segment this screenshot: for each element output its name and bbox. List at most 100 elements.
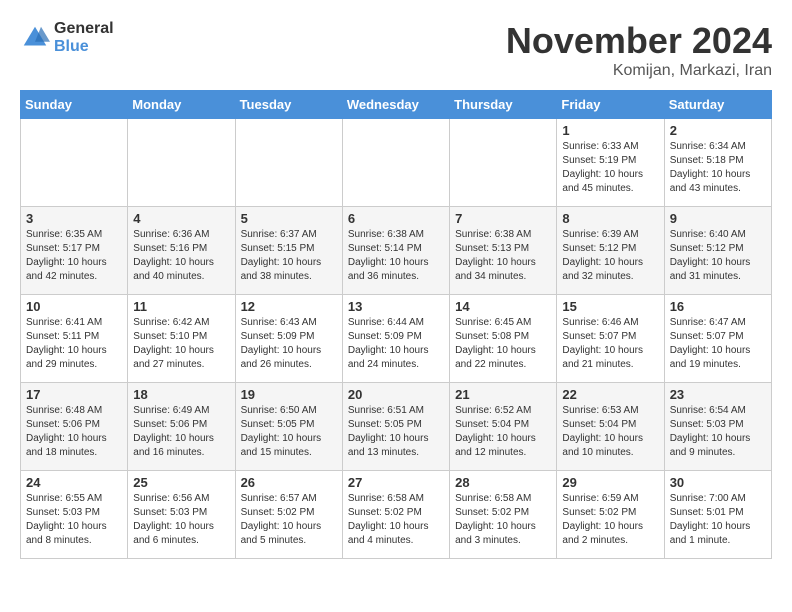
day-info: Sunrise: 6:48 AM Sunset: 5:06 PM Dayligh… — [26, 404, 122, 460]
day-number: 24 — [26, 475, 122, 490]
day-info: Sunrise: 7:00 AM Sunset: 5:01 PM Dayligh… — [670, 492, 766, 548]
table-row: 15 Sunrise: 6:46 AM Sunset: 5:07 PM Dayli… — [557, 295, 664, 383]
calendar-week-5: 24 Sunrise: 6:55 AM Sunset: 5:03 PM Dayli… — [21, 471, 772, 559]
day-info: Sunrise: 6:40 AM Sunset: 5:12 PM Dayligh… — [670, 228, 766, 284]
table-row: 17 Sunrise: 6:48 AM Sunset: 5:06 PM Dayli… — [21, 383, 128, 471]
day-info: Sunrise: 6:38 AM Sunset: 5:14 PM Dayligh… — [348, 228, 444, 284]
table-row — [450, 119, 557, 207]
day-number: 7 — [455, 211, 551, 226]
logo-text: General Blue — [54, 20, 114, 55]
table-row: 11 Sunrise: 6:42 AM Sunset: 5:10 PM Dayli… — [128, 295, 235, 383]
day-info: Sunrise: 6:55 AM Sunset: 5:03 PM Dayligh… — [26, 492, 122, 548]
logo: General Blue — [20, 20, 114, 55]
table-row — [342, 119, 449, 207]
day-number: 1 — [562, 123, 658, 138]
calendar-table: Sunday Monday Tuesday Wednesday Thursday… — [20, 90, 772, 559]
table-row: 4Sunrise: 6:36 AM Sunset: 5:16 PM Daylig… — [128, 207, 235, 295]
table-row: 9 Sunrise: 6:40 AM Sunset: 5:12 PM Daylig… — [664, 207, 771, 295]
table-row: 2 Sunrise: 6:34 AM Sunset: 5:18 PM Daylig… — [664, 119, 771, 207]
title-block: November 2024 Komijan, Markazi, Iran — [506, 20, 772, 80]
day-info: Sunrise: 6:49 AM Sunset: 5:06 PM Dayligh… — [133, 404, 229, 460]
day-info: Sunrise: 6:45 AM Sunset: 5:08 PM Dayligh… — [455, 316, 551, 372]
table-row: 18 Sunrise: 6:49 AM Sunset: 5:06 PM Dayli… — [128, 383, 235, 471]
table-row: 21 Sunrise: 6:52 AM Sunset: 5:04 PM Dayli… — [450, 383, 557, 471]
day-number: 3 — [26, 211, 122, 226]
day-number: 2 — [670, 123, 766, 138]
calendar-week-2: 3Sunrise: 6:35 AM Sunset: 5:17 PM Daylig… — [21, 207, 772, 295]
col-tuesday: Tuesday — [235, 91, 342, 119]
day-number: 22 — [562, 387, 658, 402]
day-number: 10 — [26, 299, 122, 314]
col-monday: Monday — [128, 91, 235, 119]
table-row: 20 Sunrise: 6:51 AM Sunset: 5:05 PM Dayli… — [342, 383, 449, 471]
day-number: 27 — [348, 475, 444, 490]
table-row: 1 Sunrise: 6:33 AM Sunset: 5:19 PM Daylig… — [557, 119, 664, 207]
day-number: 5 — [241, 211, 337, 226]
day-number: 19 — [241, 387, 337, 402]
day-number: 21 — [455, 387, 551, 402]
day-info: Sunrise: 6:58 AM Sunset: 5:02 PM Dayligh… — [455, 492, 551, 548]
day-info: Sunrise: 6:59 AM Sunset: 5:02 PM Dayligh… — [562, 492, 658, 548]
table-row: 16 Sunrise: 6:47 AM Sunset: 5:07 PM Dayli… — [664, 295, 771, 383]
calendar-header-row: Sunday Monday Tuesday Wednesday Thursday… — [21, 91, 772, 119]
table-row: 5 Sunrise: 6:37 AM Sunset: 5:15 PM Daylig… — [235, 207, 342, 295]
day-number: 16 — [670, 299, 766, 314]
day-info: Sunrise: 6:41 AM Sunset: 5:11 PM Dayligh… — [26, 316, 122, 372]
day-number: 12 — [241, 299, 337, 314]
table-row: 29Sunrise: 6:59 AM Sunset: 5:02 PM Dayli… — [557, 471, 664, 559]
col-thursday: Thursday — [450, 91, 557, 119]
table-row: 24 Sunrise: 6:55 AM Sunset: 5:03 PM Dayli… — [21, 471, 128, 559]
page-header: General Blue November 2024 Komijan, Mark… — [20, 20, 772, 80]
table-row: 22Sunrise: 6:53 AM Sunset: 5:04 PM Dayli… — [557, 383, 664, 471]
day-number: 15 — [562, 299, 658, 314]
day-number: 13 — [348, 299, 444, 314]
table-row: 12 Sunrise: 6:43 AM Sunset: 5:09 PM Dayli… — [235, 295, 342, 383]
location-subtitle: Komijan, Markazi, Iran — [506, 62, 772, 80]
table-row: 13 Sunrise: 6:44 AM Sunset: 5:09 PM Dayli… — [342, 295, 449, 383]
col-saturday: Saturday — [664, 91, 771, 119]
day-number: 9 — [670, 211, 766, 226]
day-info: Sunrise: 6:47 AM Sunset: 5:07 PM Dayligh… — [670, 316, 766, 372]
table-row: 25Sunrise: 6:56 AM Sunset: 5:03 PM Dayli… — [128, 471, 235, 559]
table-row: 27Sunrise: 6:58 AM Sunset: 5:02 PM Dayli… — [342, 471, 449, 559]
calendar-week-3: 10 Sunrise: 6:41 AM Sunset: 5:11 PM Dayli… — [21, 295, 772, 383]
table-row: 3Sunrise: 6:35 AM Sunset: 5:17 PM Daylig… — [21, 207, 128, 295]
day-number: 11 — [133, 299, 229, 314]
day-number: 18 — [133, 387, 229, 402]
logo-icon — [20, 23, 50, 53]
calendar-week-4: 17 Sunrise: 6:48 AM Sunset: 5:06 PM Dayli… — [21, 383, 772, 471]
table-row: 26 Sunrise: 6:57 AM Sunset: 5:02 PM Dayli… — [235, 471, 342, 559]
day-number: 4 — [133, 211, 229, 226]
day-number: 17 — [26, 387, 122, 402]
day-number: 26 — [241, 475, 337, 490]
logo-blue-label: Blue — [54, 38, 114, 56]
day-info: Sunrise: 6:44 AM Sunset: 5:09 PM Dayligh… — [348, 316, 444, 372]
day-info: Sunrise: 6:42 AM Sunset: 5:10 PM Dayligh… — [133, 316, 229, 372]
month-title: November 2024 — [506, 20, 772, 62]
day-info: Sunrise: 6:50 AM Sunset: 5:05 PM Dayligh… — [241, 404, 337, 460]
day-info: Sunrise: 6:54 AM Sunset: 5:03 PM Dayligh… — [670, 404, 766, 460]
day-info: Sunrise: 6:37 AM Sunset: 5:15 PM Dayligh… — [241, 228, 337, 284]
day-info: Sunrise: 6:43 AM Sunset: 5:09 PM Dayligh… — [241, 316, 337, 372]
col-friday: Friday — [557, 91, 664, 119]
day-number: 30 — [670, 475, 766, 490]
table-row: 19 Sunrise: 6:50 AM Sunset: 5:05 PM Dayli… — [235, 383, 342, 471]
day-info: Sunrise: 6:34 AM Sunset: 5:18 PM Dayligh… — [670, 140, 766, 196]
day-info: Sunrise: 6:39 AM Sunset: 5:12 PM Dayligh… — [562, 228, 658, 284]
day-number: 20 — [348, 387, 444, 402]
day-number: 23 — [670, 387, 766, 402]
day-info: Sunrise: 6:51 AM Sunset: 5:05 PM Dayligh… — [348, 404, 444, 460]
logo-general-label: General — [54, 20, 114, 38]
table-row: 14Sunrise: 6:45 AM Sunset: 5:08 PM Dayli… — [450, 295, 557, 383]
table-row — [128, 119, 235, 207]
day-info: Sunrise: 6:46 AM Sunset: 5:07 PM Dayligh… — [562, 316, 658, 372]
table-row: 28Sunrise: 6:58 AM Sunset: 5:02 PM Dayli… — [450, 471, 557, 559]
day-info: Sunrise: 6:57 AM Sunset: 5:02 PM Dayligh… — [241, 492, 337, 548]
table-row — [21, 119, 128, 207]
col-sunday: Sunday — [21, 91, 128, 119]
calendar-week-1: 1 Sunrise: 6:33 AM Sunset: 5:19 PM Daylig… — [21, 119, 772, 207]
table-row: 23 Sunrise: 6:54 AM Sunset: 5:03 PM Dayli… — [664, 383, 771, 471]
col-wednesday: Wednesday — [342, 91, 449, 119]
day-info: Sunrise: 6:52 AM Sunset: 5:04 PM Dayligh… — [455, 404, 551, 460]
day-info: Sunrise: 6:33 AM Sunset: 5:19 PM Dayligh… — [562, 140, 658, 196]
